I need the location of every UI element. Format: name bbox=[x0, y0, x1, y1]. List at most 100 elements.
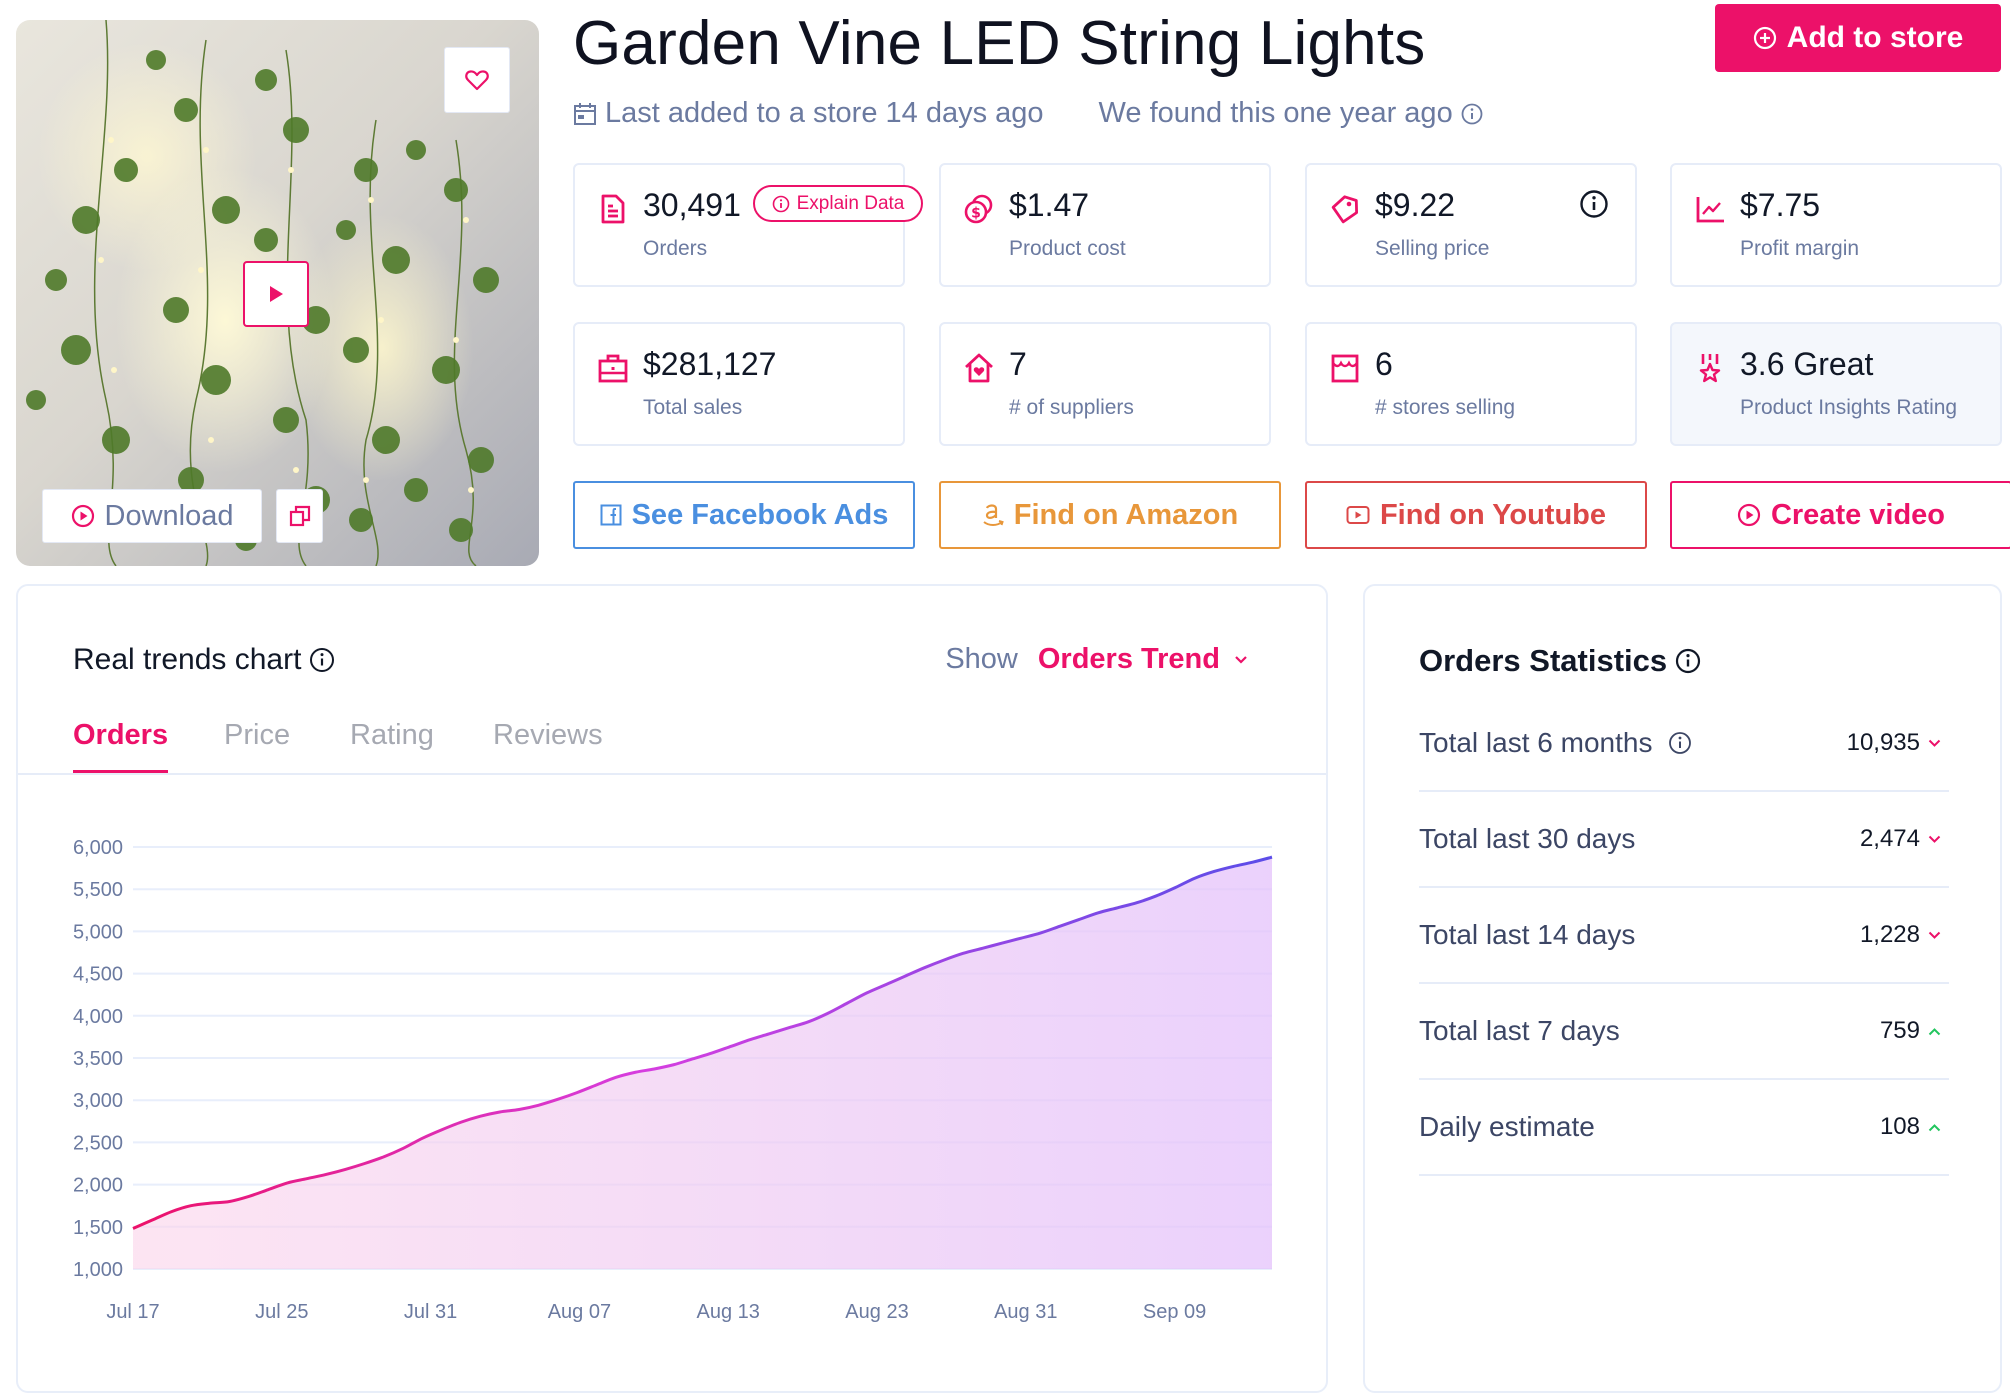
data-point bbox=[883, 982, 889, 988]
data-point bbox=[671, 1062, 677, 1068]
youtube-icon bbox=[1346, 506, 1370, 524]
data-point bbox=[922, 965, 928, 971]
real-trends-panel: Real trends chart Show Orders Trend Orde… bbox=[16, 584, 1328, 1393]
data-point bbox=[149, 1217, 155, 1223]
orders-area bbox=[133, 857, 1272, 1269]
chart-tabs: Orders Price Rating Reviews bbox=[18, 719, 1326, 775]
tab-orders[interactable]: Orders bbox=[73, 719, 169, 773]
tab-rating[interactable]: Rating bbox=[350, 719, 434, 770]
x-tick-label: Aug 31 bbox=[994, 1301, 1057, 1323]
play-icon bbox=[270, 286, 283, 302]
chevron-down-icon bbox=[1928, 739, 1941, 747]
play-video-button[interactable] bbox=[243, 261, 309, 327]
show-trend-dropdown[interactable]: Show Orders Trend bbox=[945, 643, 1248, 676]
info-icon[interactable] bbox=[1579, 189, 1609, 219]
favorite-button[interactable] bbox=[444, 47, 510, 113]
stat-card-orders: 30,491 Orders bbox=[573, 163, 905, 287]
data-point bbox=[960, 950, 966, 956]
data-point bbox=[381, 1154, 387, 1160]
stat-value: $281,127 bbox=[643, 346, 777, 382]
show-label: Show bbox=[945, 643, 1018, 675]
data-point bbox=[613, 1074, 619, 1080]
data-point bbox=[477, 1113, 483, 1119]
data-point bbox=[1115, 905, 1121, 911]
calendar-icon bbox=[574, 102, 596, 125]
data-point bbox=[941, 957, 947, 963]
data-point bbox=[1153, 893, 1159, 899]
stat-row-30-days: Total last 30 days 2,474 bbox=[1419, 792, 1949, 888]
x-tick-label: Sep 09 bbox=[1143, 1301, 1206, 1323]
chart-title-text: Real trends chart bbox=[73, 643, 302, 676]
document-icon bbox=[601, 194, 625, 224]
house-heart-icon bbox=[965, 353, 993, 383]
data-point bbox=[1037, 930, 1043, 936]
stat-value: 6 bbox=[1375, 346, 1393, 382]
plus-circle-icon bbox=[1753, 26, 1776, 50]
copy-icon bbox=[289, 505, 310, 527]
stat-row-value: 2,474 bbox=[1860, 825, 1941, 853]
data-point bbox=[574, 1090, 580, 1096]
data-point bbox=[709, 1050, 715, 1056]
data-point bbox=[864, 990, 870, 996]
data-point bbox=[284, 1180, 290, 1186]
chart-panel-title: Real trends chart bbox=[73, 643, 335, 677]
stat-card-total-sales: $281,127 Total sales bbox=[573, 322, 905, 446]
stat-row-value-text: 2,474 bbox=[1859, 825, 1920, 852]
explain-data-button[interactable]: Explain Data bbox=[753, 185, 923, 222]
stat-row-value-text: 1,228 bbox=[1859, 921, 1920, 948]
info-icon bbox=[772, 195, 789, 212]
data-point bbox=[227, 1198, 233, 1204]
action-label: Find on Youtube bbox=[1379, 498, 1607, 531]
create-video-button[interactable]: Create video bbox=[1670, 481, 2010, 549]
briefcase-icon bbox=[598, 354, 628, 383]
y-tick-label: 2,000 bbox=[73, 1175, 123, 1197]
last-added: Last added to a store 14 days ago bbox=[573, 97, 1044, 130]
amazon-icon bbox=[983, 504, 1004, 526]
data-point bbox=[1192, 875, 1198, 881]
see-facebook-ads-button[interactable]: See Facebook Ads bbox=[573, 481, 915, 549]
chevron-down-icon bbox=[1928, 835, 1941, 843]
data-point bbox=[535, 1102, 541, 1108]
data-point bbox=[246, 1193, 252, 1199]
add-to-store-label: Add to store bbox=[1786, 21, 1964, 54]
info-icon[interactable] bbox=[309, 647, 335, 673]
found-text: We found this one year ago bbox=[1098, 97, 1453, 129]
data-point bbox=[342, 1166, 348, 1172]
find-on-youtube-button[interactable]: Find on Youtube bbox=[1305, 481, 1647, 549]
chevron-down-icon bbox=[1928, 931, 1941, 939]
data-point bbox=[767, 1031, 773, 1037]
y-tick-label: 5,500 bbox=[73, 879, 123, 901]
stat-card-selling-price: $9.22 Selling price bbox=[1305, 163, 1637, 287]
add-to-store-button[interactable]: Add to store bbox=[1715, 4, 2001, 72]
stat-card-profit-margin: $7.75 Profit margin bbox=[1670, 163, 2002, 287]
stat-label: # stores selling bbox=[1375, 396, 1516, 419]
x-tick-label: Jul 25 bbox=[255, 1301, 308, 1323]
download-label: Download bbox=[104, 499, 234, 532]
stat-row-7-days: Total last 7 days 759 bbox=[1419, 984, 1949, 1080]
award-star-icon bbox=[1699, 354, 1721, 383]
data-point bbox=[439, 1127, 445, 1133]
data-point bbox=[1269, 854, 1275, 860]
find-on-amazon-button[interactable]: Find on Amazon bbox=[939, 481, 1281, 549]
chevron-down-icon bbox=[1235, 655, 1247, 664]
tab-reviews[interactable]: Reviews bbox=[493, 719, 603, 770]
stat-card-rating: 3.6 Great Product Insights Rating bbox=[1670, 322, 2002, 446]
y-tick-label: 2,500 bbox=[73, 1132, 123, 1154]
y-tick-label: 4,500 bbox=[73, 964, 123, 986]
copy-button[interactable] bbox=[276, 489, 323, 543]
download-button[interactable]: Download bbox=[42, 489, 262, 543]
stat-row-value: 1,228 bbox=[1860, 921, 1941, 949]
stat-value: 3.6 Great bbox=[1740, 346, 1874, 382]
data-point bbox=[1057, 923, 1063, 929]
y-tick-label: 1,000 bbox=[73, 1259, 123, 1281]
price-tag-icon bbox=[1331, 195, 1359, 224]
info-icon[interactable] bbox=[1668, 731, 1692, 755]
info-icon[interactable] bbox=[1675, 648, 1701, 674]
tab-price[interactable]: Price bbox=[224, 719, 290, 770]
stat-row-value: 759 bbox=[1880, 1017, 1941, 1045]
heart-icon bbox=[465, 70, 489, 91]
info-icon[interactable] bbox=[1461, 103, 1483, 125]
action-label: See Facebook Ads bbox=[631, 498, 889, 531]
trend-chart-icon bbox=[1696, 197, 1724, 223]
stat-row-value-text: 759 bbox=[1879, 1017, 1920, 1044]
